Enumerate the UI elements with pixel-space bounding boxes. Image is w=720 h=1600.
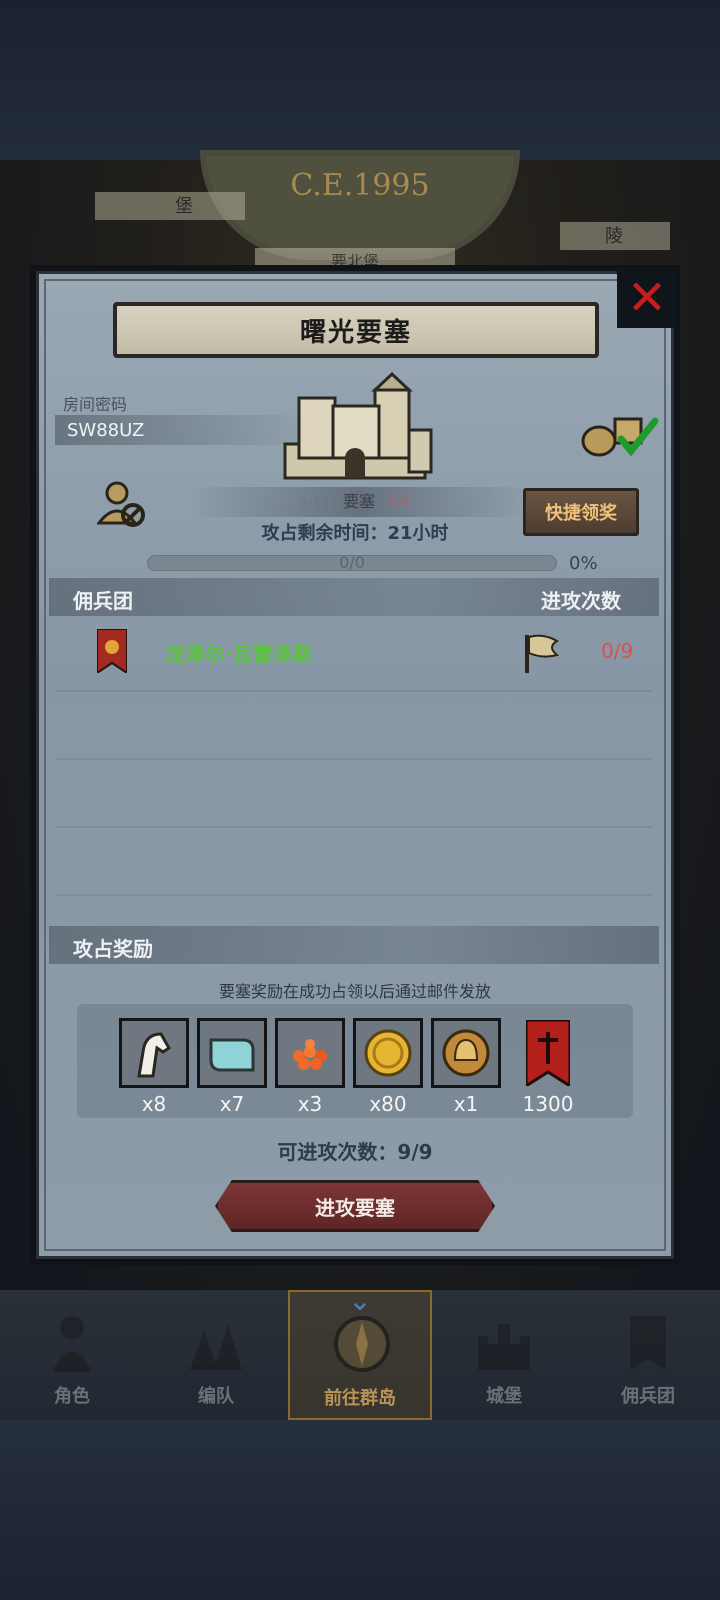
nav-item-islands[interactable]: ⌄ 前往群岛 <box>288 1284 432 1420</box>
nav-label: 角色 <box>54 1386 90 1407</box>
mercenary-banner-icon <box>97 629 127 673</box>
reward-count: x8 <box>141 1092 167 1116</box>
banner-icon <box>513 1018 583 1088</box>
nav-item-castle[interactable]: 城堡 <box>432 1290 576 1420</box>
knight-icon <box>52 1316 92 1372</box>
nav-item-role[interactable]: 角色 <box>0 1290 144 1420</box>
troops-icon <box>190 1324 242 1370</box>
reward-note: 要塞奖励在成功占领以后通过邮件发放 <box>218 982 491 1001</box>
nav-item-mercenary[interactable]: 佣兵团 <box>576 1290 720 1420</box>
rewards-header: 攻占奖励 <box>73 937 153 961</box>
list-divider <box>55 758 653 760</box>
reward-count: x80 <box>369 1092 407 1116</box>
compass-icon <box>334 1316 390 1372</box>
reward-item-horse[interactable]: x8 <box>119 1018 189 1116</box>
mercenary-header: 佣兵团 <box>73 589 133 613</box>
room-code-value[interactable]: SW88UZ <box>67 420 144 441</box>
reward-item-helmet[interactable]: x1 <box>431 1018 501 1116</box>
nav-item-formation[interactable]: 编队 <box>144 1290 288 1420</box>
mercenary-icon <box>630 1316 666 1370</box>
reward-panel: x8 x7 x3 x80 x1 1300 <box>77 1004 633 1118</box>
map-label-right: 陵 <box>560 222 670 250</box>
progress-count: 0/0 <box>339 553 365 572</box>
bottom-nav: 角色 编队 ⌄ 前往群岛 城堡 佣兵团 <box>0 1284 720 1420</box>
reward-item-gold[interactable]: x80 <box>353 1018 423 1116</box>
nav-label: 前往群岛 <box>324 1388 396 1409</box>
mercenary-attacks: 0/9 <box>601 639 634 663</box>
nav-label: 城堡 <box>486 1386 522 1407</box>
reward-item-banner[interactable]: 1300 <box>513 1018 583 1116</box>
modal-panel: ✕ 曙光要塞 房间密码 SW88UZ 木材 64 要塞 快捷领奖 攻占剩余时间：… <box>36 268 677 1259</box>
castle-icon <box>478 1324 530 1370</box>
helmet-coin-icon <box>431 1018 501 1088</box>
attacks-header: 进攻次数 <box>541 589 621 613</box>
list-divider <box>55 894 653 896</box>
bottom-background <box>0 1420 720 1600</box>
nav-label: 编队 <box>198 1386 234 1407</box>
attempts-remaining: 可进攻次数：9/9 <box>277 1140 433 1164</box>
list-divider <box>55 826 653 828</box>
loot-bag-check-icon[interactable] <box>579 409 659 459</box>
gold-coin-icon <box>353 1018 423 1088</box>
reward-item-cloth[interactable]: x7 <box>197 1018 267 1116</box>
flag-icon <box>525 634 559 673</box>
horse-icon <box>119 1018 189 1088</box>
fortress-icon <box>283 371 433 480</box>
list-divider <box>55 690 653 692</box>
mercenary-name: 龙泽尔·瓦雷泽斯 <box>165 642 313 666</box>
mercenary-row[interactable]: 龙泽尔·瓦雷泽斯 0/9 <box>49 619 659 681</box>
roe-icon <box>275 1018 345 1088</box>
top-background <box>0 0 720 160</box>
title-plate: 曙光要塞 <box>113 302 599 358</box>
close-icon: ✕ <box>626 270 668 326</box>
map-label-left: 堡 <box>95 192 245 220</box>
reward-item-roe[interactable]: x3 <box>275 1018 345 1116</box>
close-button[interactable]: ✕ <box>617 268 677 328</box>
reward-count: x7 <box>219 1092 245 1116</box>
time-left: 攻占剩余时间：21小时 <box>261 523 449 544</box>
reward-count: x3 <box>297 1092 323 1116</box>
reward-count: 1300 <box>522 1092 574 1116</box>
nav-label: 佣兵团 <box>621 1386 675 1407</box>
attack-fortress-button[interactable]: 进攻要塞 <box>215 1180 495 1232</box>
era-text: C.E.1995 <box>290 168 430 203</box>
fortress-modal: ✕ 曙光要塞 房间密码 SW88UZ 木材 64 要塞 快捷领奖 攻占剩余时间：… <box>30 265 680 1265</box>
modal-title: 曙光要塞 <box>299 317 412 348</box>
cloth-icon <box>197 1018 267 1088</box>
reward-count: x1 <box>453 1092 479 1116</box>
room-code-label: 房间密码 <box>63 395 128 414</box>
progress-percent: 0% <box>569 553 598 574</box>
